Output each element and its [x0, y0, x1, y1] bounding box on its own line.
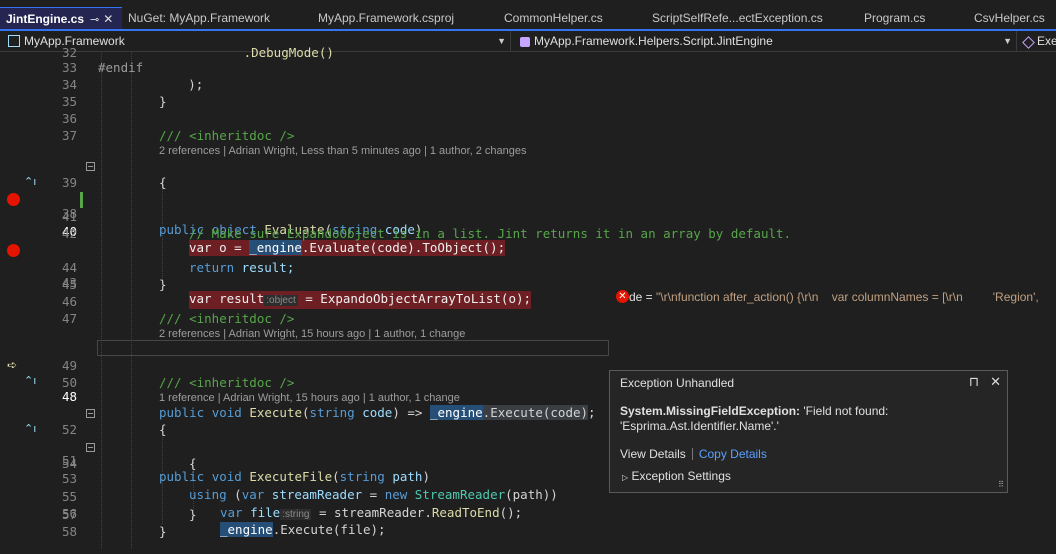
exception-message: System.MissingFieldException: 'Field not…	[620, 404, 990, 434]
tab-label: ScriptSelfRefe...ectException.cs	[652, 11, 823, 25]
code-line: 47 /// <inheritdoc />	[0, 311, 1056, 327]
code-line: 37 /// <inheritdoc />	[0, 128, 1056, 144]
code-text: }	[159, 524, 167, 539]
tab-label: Program.cs	[864, 11, 926, 25]
line-number: 39	[61, 175, 77, 190]
code-line: 42 // Make sure ExpandoObject is in a lis…	[0, 226, 1056, 242]
line-number: 50	[61, 375, 77, 390]
divider	[691, 448, 693, 460]
code-text: }	[189, 507, 197, 522]
codelens-references[interactable]: 2 references | Adrian Wright, Less than …	[159, 144, 527, 158]
code-line: 39 {	[0, 175, 1056, 191]
exception-settings-expander[interactable]: ▷ Exception Settings	[622, 469, 731, 483]
close-icon[interactable]: ✕	[103, 12, 113, 26]
line-number: 32	[61, 45, 77, 60]
pin-icon[interactable]: ⊸	[90, 14, 99, 26]
code-line-current: ➪ ⌃ı 48 public void Execute(string code)…	[0, 341, 1056, 420]
line-number: 36	[61, 111, 77, 126]
code-line: 34 );	[0, 77, 1056, 93]
code-line-breakpoint: 43 var result:object = ExpandoObjectArra…	[0, 243, 1056, 309]
pin-icon[interactable]: ⊓	[969, 374, 979, 390]
comment: // Make sure ExpandoObject is in a list.…	[189, 226, 792, 241]
exception-helper-popup: Exception Unhandled ⊓ ✕ System.MissingFi…	[609, 370, 1008, 493]
line-number: 44	[61, 260, 77, 275]
line-number: 46	[61, 294, 77, 309]
code-text: {	[159, 422, 167, 437]
document-tab-bar: JintEngine.cs ⊸ ✕ NuGet: MyApp.Framework M…	[0, 7, 1056, 31]
exception-settings-label: Exception Settings	[631, 469, 731, 483]
exception-type: System.MissingFieldException:	[620, 404, 801, 418]
code-text: }	[159, 277, 167, 292]
code-text: );	[128, 77, 204, 92]
tab-label: CommonHelper.cs	[504, 11, 603, 25]
code-text: result;	[234, 260, 295, 275]
tab-commonhelper[interactable]: CommonHelper.cs	[498, 7, 646, 29]
exception-title: Exception Unhandled	[620, 376, 735, 390]
copy-details-link[interactable]: Copy Details	[699, 447, 767, 461]
collapse-icon[interactable]: −	[86, 409, 95, 418]
inline-value-text: "\r\nfunction after_action() {\r\n var c…	[656, 290, 1039, 304]
line-number: 35	[61, 94, 77, 109]
keyword: return	[189, 260, 235, 275]
codelens-references[interactable]: 2 references | Adrian Wright, 15 hours a…	[159, 327, 465, 341]
line-number: 45	[61, 277, 77, 292]
inline-debug-value[interactable]: de = "\r\nfunction after_action() {\r\n …	[629, 290, 1039, 304]
error-icon[interactable]: ✕	[616, 290, 629, 303]
line-number: 42	[61, 226, 77, 241]
code-line: 41	[0, 209, 1056, 225]
tab-scriptselfref[interactable]: ScriptSelfRefe...ectException.cs	[646, 7, 858, 29]
tab-csvhelper[interactable]: CsvHelper.cs	[968, 7, 1056, 29]
tab-label: MyApp.Framework.csproj	[318, 11, 455, 25]
line-number: 49	[61, 358, 77, 373]
exception-actions: View Details Copy Details	[620, 447, 767, 461]
tab-label: CsvHelper.cs	[974, 11, 1045, 25]
code-line: 32 .DebugMode()	[0, 45, 1056, 61]
tab-csproj[interactable]: MyApp.Framework.csproj	[312, 7, 498, 29]
line-number: 48	[61, 389, 77, 404]
code-line: 33 #endif	[0, 60, 1056, 76]
code-text: /// <inheritdoc />	[159, 375, 295, 390]
collapse-icon[interactable]: −	[86, 162, 95, 171]
line-number: 37	[61, 128, 77, 143]
inline-value-name: de =	[629, 290, 657, 304]
line-number: 47	[61, 311, 77, 326]
line-number: 54	[61, 456, 77, 471]
code-text: {	[159, 175, 167, 190]
code-line: 44 return result;	[0, 260, 1056, 276]
line-number: 34	[61, 77, 77, 92]
code-text: /// <inheritdoc />	[159, 128, 295, 143]
breakpoint-icon[interactable]	[7, 244, 20, 257]
code-text: {	[189, 456, 197, 471]
code-text: /// <inheritdoc />	[159, 311, 295, 326]
line-number: 57	[61, 507, 77, 522]
tab-jintengine[interactable]: JintEngine.cs ⊸ ✕	[0, 7, 122, 29]
tab-program[interactable]: Program.cs	[858, 7, 968, 29]
code-line: 35}	[0, 94, 1056, 110]
tab-label: JintEngine.cs	[6, 12, 85, 26]
code-text: .DebugMode()	[221, 45, 334, 60]
close-icon[interactable]: ✕	[990, 374, 1001, 390]
code-text: }	[159, 94, 167, 109]
line-number: 58	[61, 524, 77, 539]
tab-nuget[interactable]: NuGet: MyApp.Framework	[122, 7, 312, 29]
tab-label: NuGet: MyApp.Framework	[128, 11, 271, 25]
code-line-breakpoint: 40 var o = _engine.Evaluate(code).ToObje…	[0, 192, 1056, 256]
code-text: #endif	[98, 60, 144, 75]
resize-grip-icon[interactable]: ⠿	[998, 480, 1004, 489]
expand-icon: ▷	[622, 473, 629, 482]
codelens-references[interactable]: 1 reference | Adrian Wright, 15 hours ag…	[159, 391, 460, 405]
breakpoint-icon[interactable]	[7, 193, 20, 206]
line-number: 52	[61, 422, 77, 437]
line-number: 33	[61, 60, 77, 75]
code-line: 57}	[0, 507, 1056, 523]
code-line: 58}	[0, 524, 1056, 540]
code-line: ⌃ı − 38 public object Evaluate(string co…	[0, 158, 1056, 237]
view-details-link[interactable]: View Details	[620, 447, 686, 461]
line-number: 41	[61, 209, 77, 224]
collapse-icon[interactable]: −	[86, 443, 95, 452]
code-line: 36	[0, 111, 1056, 127]
